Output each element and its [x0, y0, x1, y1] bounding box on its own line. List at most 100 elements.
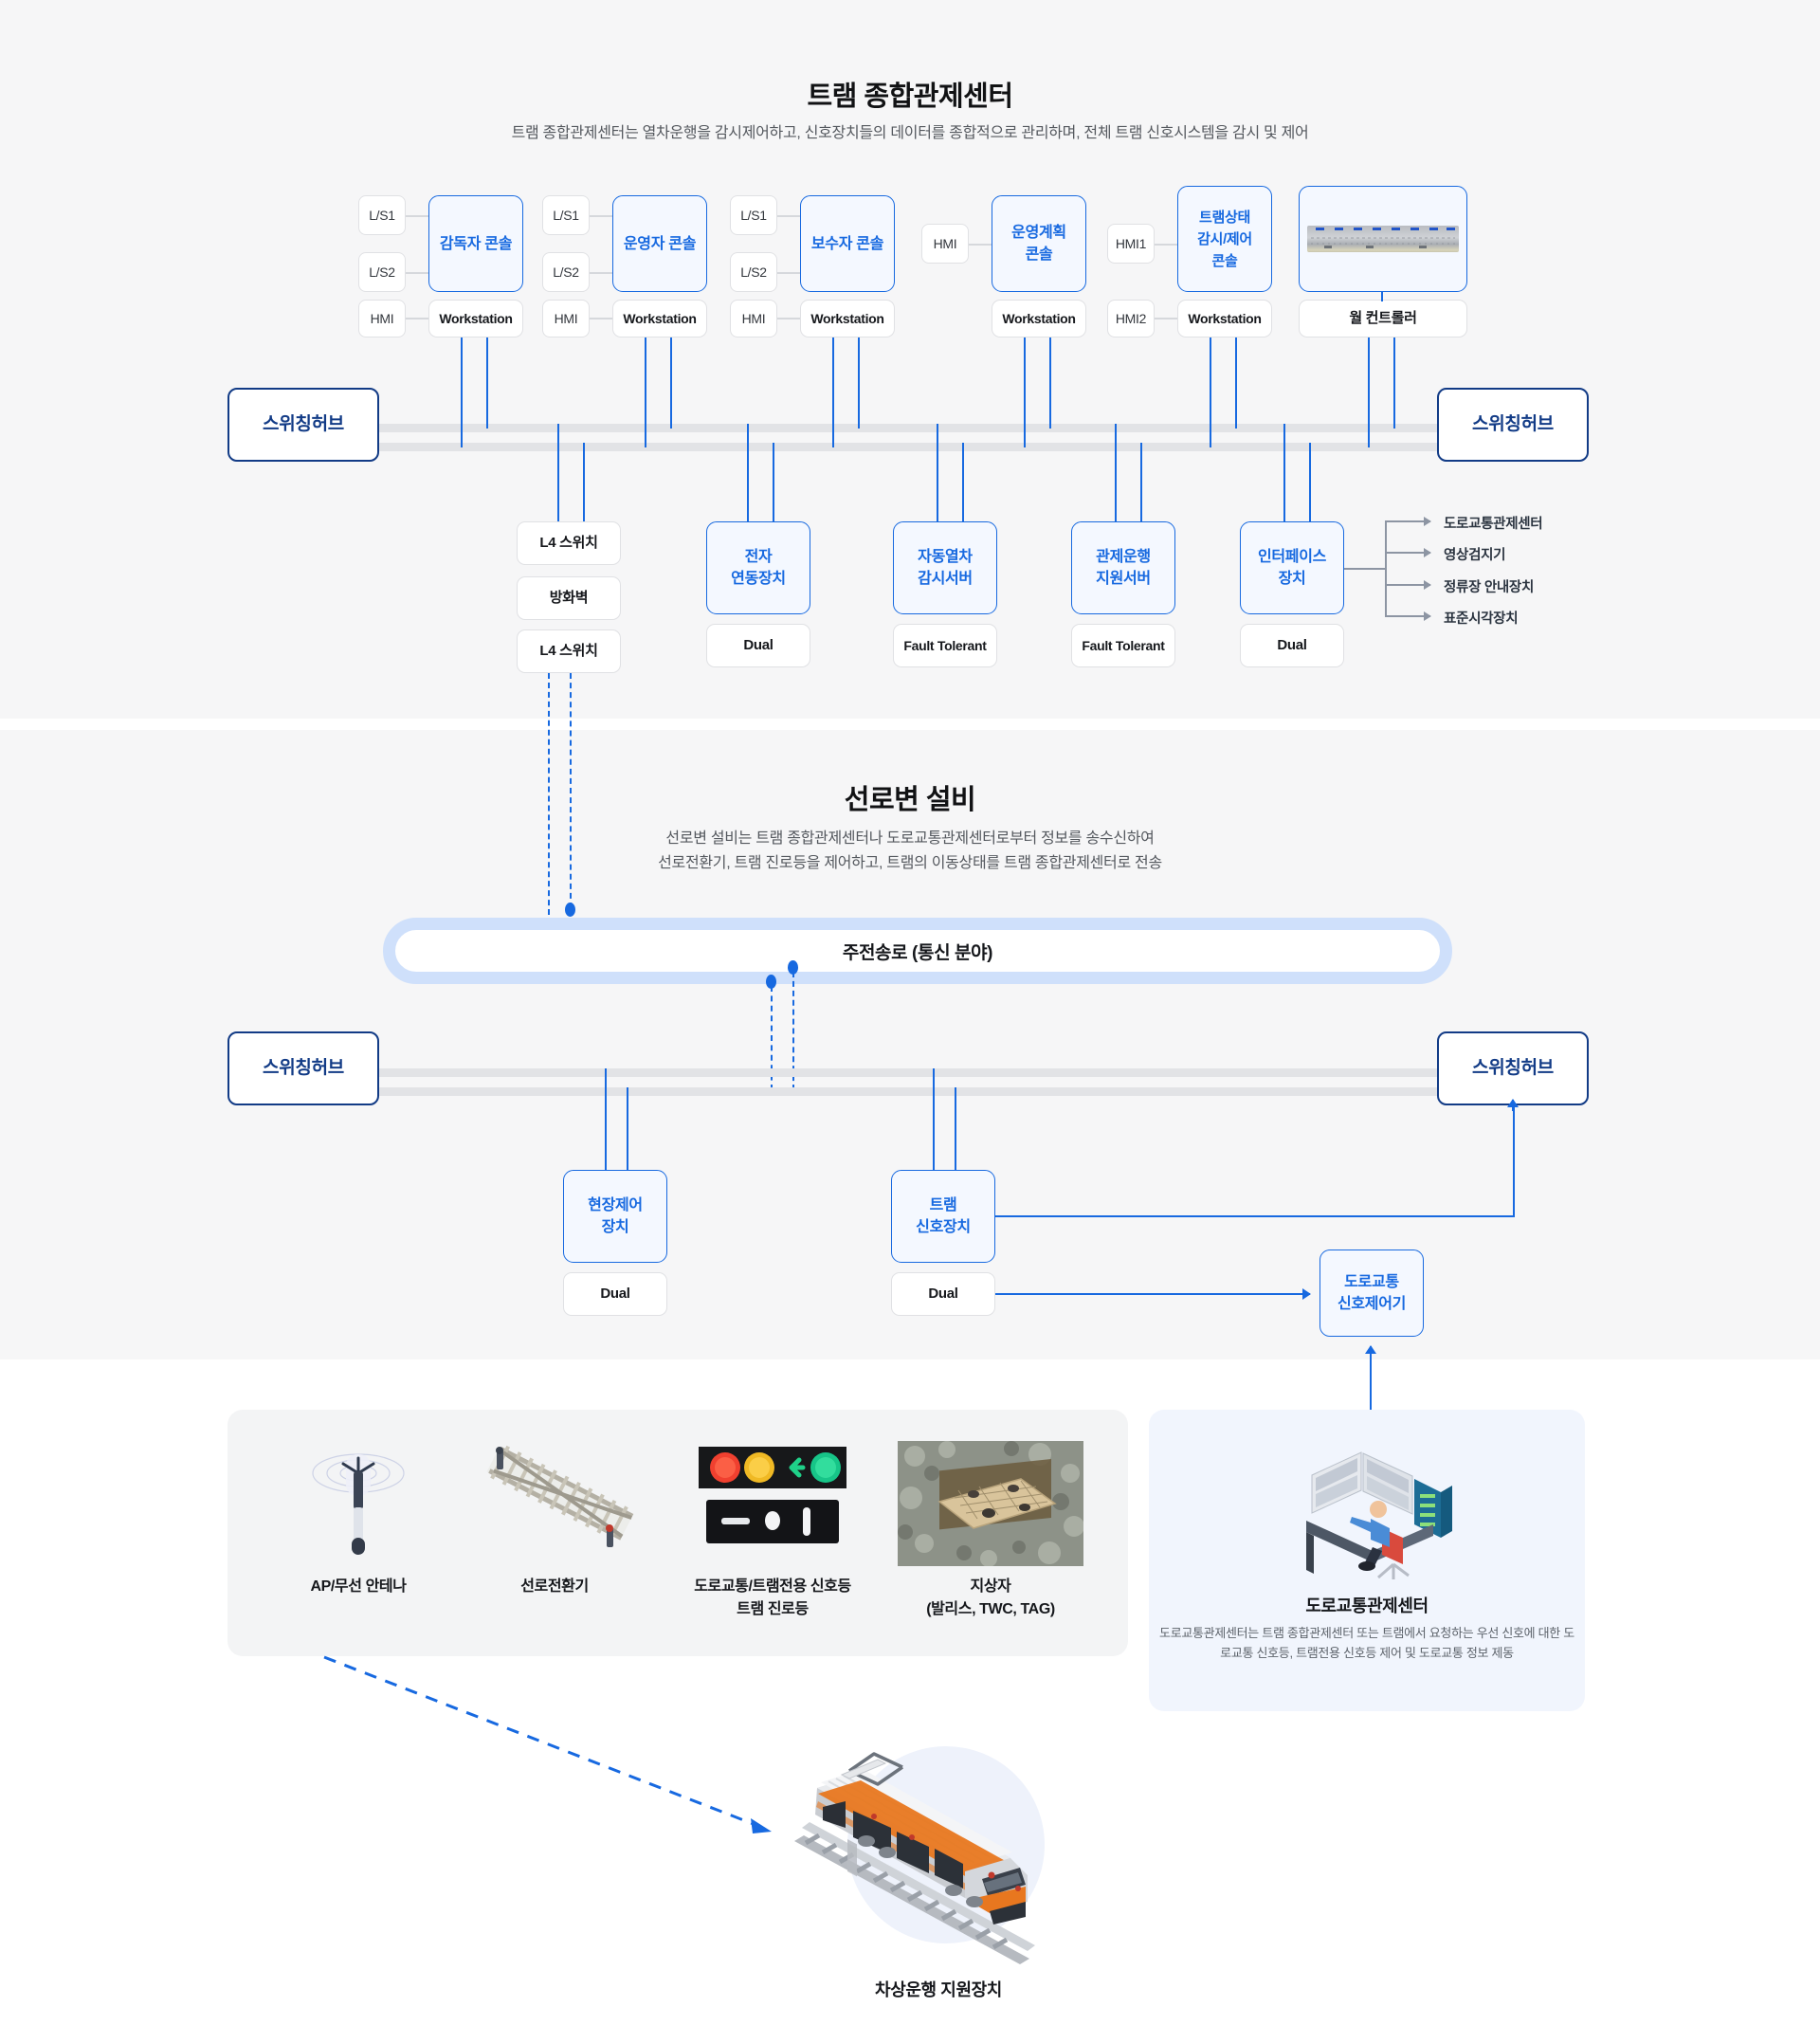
workstation-supervisor: Workstation: [428, 300, 523, 337]
gallery-caption-balise: 지상자 (발리스, TWC, TAG): [926, 1578, 1055, 1617]
link-line: [1381, 292, 1384, 301]
io-stub: [406, 318, 428, 319]
link-line: [773, 443, 775, 521]
device-interface-unit[interactable]: 인터페이스 장치: [1240, 521, 1344, 614]
io-box-hmi: HMI: [730, 300, 777, 337]
switching-hub-left[interactable]: 스위칭허브: [228, 388, 379, 462]
gallery-item-traffic-signal: 도로교통/트램전용 신호등 트램 진로등: [654, 1433, 891, 1621]
device-interlocking[interactable]: 전자 연동장치: [706, 521, 810, 614]
link-line: [1024, 337, 1027, 447]
wayside-title: 선로변 설비: [844, 785, 976, 815]
bus-bar-upper: [275, 1068, 1450, 1077]
workstation-tram-status: Workstation: [1177, 300, 1272, 337]
workstation-operator: Workstation: [612, 300, 707, 337]
link-line: [1140, 443, 1143, 521]
tram-signal-to-road-controller-arrow: [995, 1293, 1310, 1296]
link-line: [1049, 337, 1052, 429]
antenna-illustration: [254, 1433, 463, 1566]
trunk-connector-dot: [565, 903, 575, 917]
io-box-hmi1: HMI1: [1107, 224, 1155, 264]
fanout-arrow-2: [1385, 552, 1430, 554]
console-tram-status[interactable]: 트램상태 감시/제어 콘솔: [1177, 186, 1272, 292]
io-stub: [777, 272, 800, 274]
device-ats-server[interactable]: 자동열차 감시서버: [893, 521, 997, 614]
console-operator[interactable]: 운영자 콘솔: [612, 195, 707, 292]
link-line: [747, 424, 750, 521]
workstation-operation-plan: Workstation: [992, 300, 1086, 337]
fanout-label-station-info: 정류장 안내장치: [1444, 580, 1535, 595]
main-transmission-line-label: 주전송로 (통신 분야): [842, 942, 993, 963]
fanout-label-road-traffic-center: 도로교통관제센터: [1444, 517, 1543, 532]
bus-bar-lower: [275, 1087, 1450, 1096]
io-box-ls1: L/S1: [542, 195, 590, 235]
wall-display-photo: [1307, 226, 1459, 252]
link-line: [1368, 337, 1371, 447]
diagram-page: 트램 종합관제센터 트램 종합관제센터는 열차운행을 감시제어하고, 신호장치들…: [0, 0, 1820, 2043]
io-stub: [590, 272, 612, 274]
io-box-hmi2: HMI2: [1107, 300, 1155, 337]
device-operation-support-server[interactable]: 관제운행 지원서버: [1071, 521, 1175, 614]
wayside-switching-hub-right[interactable]: 스위칭허브: [1437, 1031, 1589, 1105]
main-transmission-line: 주전송로 (통신 분야): [383, 918, 1452, 984]
link-line: [962, 443, 965, 521]
io-box-hmi: HMI: [358, 300, 406, 337]
link-line: [832, 337, 835, 447]
fanout-label-video-detector: 영상검지기: [1444, 548, 1506, 563]
link-line: [645, 337, 647, 447]
device-l4-switch-upper: L4 스위치: [517, 521, 621, 565]
fanout-label-standard-time: 표준시각장치: [1444, 611, 1519, 627]
console-supervisor[interactable]: 감독자 콘솔: [428, 195, 523, 292]
gallery-item-antenna: AP/무선 안테나: [254, 1433, 463, 1598]
switching-hub-right[interactable]: 스위칭허브: [1437, 388, 1589, 462]
device-operation-support-redundancy: Fault Tolerant: [1071, 624, 1175, 667]
device-tram-signal-redundancy: Dual: [891, 1272, 995, 1316]
io-stub: [1155, 244, 1177, 246]
road-center-to-controller-arrow: [1370, 1346, 1373, 1413]
io-stub: [777, 215, 800, 217]
io-stub: [590, 318, 612, 319]
link-line: [1393, 337, 1396, 429]
link-line: [1210, 337, 1212, 447]
gallery-caption-traffic-signal: 도로교통/트램전용 신호등 트램 진로등: [694, 1578, 851, 1617]
operator-desk-illustration: [1149, 1441, 1585, 1583]
control-center-description: 트램 종합관제센터는 열차운행을 감시제어하고, 신호장치들의 데이터를 종합적…: [511, 125, 1309, 141]
antenna-to-tram-link: [323, 1655, 772, 1833]
io-stub: [406, 272, 428, 274]
link-line: [937, 424, 939, 521]
link-line: [858, 337, 861, 429]
io-stub: [1155, 318, 1177, 319]
device-tram-signal[interactable]: 트램 신호장치: [891, 1170, 995, 1263]
io-box-ls1: L/S1: [358, 195, 406, 235]
console-operation-plan[interactable]: 운영계획 콘솔: [992, 195, 1086, 292]
console-maintenance[interactable]: 보수자 콘솔: [800, 195, 895, 292]
wall-display-panel: [1299, 186, 1467, 292]
device-road-traffic-signal-controller[interactable]: 도로교통 신호제어기: [1320, 1250, 1424, 1337]
io-box-ls2: L/S2: [358, 252, 406, 292]
device-interface-redundancy: Dual: [1240, 624, 1344, 667]
tram-caption: 차상운행 지원장치: [875, 1980, 1002, 1999]
gallery-caption-track-switch: 선로전환기: [520, 1578, 589, 1595]
fanout-spine: [1385, 520, 1387, 615]
wayside-switching-hub-left[interactable]: 스위칭허브: [228, 1031, 379, 1105]
road-traffic-center-title: 도로교통관제센터: [1305, 1596, 1429, 1615]
io-box-ls2: L/S2: [542, 252, 590, 292]
link-line: [557, 424, 560, 521]
wall-controller-label: 월 컨트롤러: [1299, 300, 1467, 337]
io-box-ls2: L/S2: [730, 252, 777, 292]
gallery-item-track-switch: 선로전환기: [446, 1433, 664, 1598]
control-center-title: 트램 종합관제센터: [807, 82, 1014, 112]
device-field-controller[interactable]: 현장제어 장치: [563, 1170, 667, 1263]
gallery-item-balise: 지상자 (발리스, TWC, TAG): [882, 1433, 1100, 1621]
device-interlocking-redundancy: Dual: [706, 624, 810, 667]
device-ats-redundancy: Fault Tolerant: [893, 624, 997, 667]
link-line: [933, 1068, 936, 1170]
tram-illustration: [787, 1716, 1090, 1972]
link-line: [461, 337, 464, 447]
fanout-arrow-3: [1385, 584, 1430, 586]
balise-photo: [882, 1433, 1100, 1566]
device-l4-switch-lower: L4 스위치: [517, 629, 621, 673]
fanout-trunk: [1344, 568, 1386, 570]
io-box-hmi: HMI: [921, 224, 969, 264]
io-stub: [406, 215, 428, 217]
link-line: [605, 1068, 608, 1170]
